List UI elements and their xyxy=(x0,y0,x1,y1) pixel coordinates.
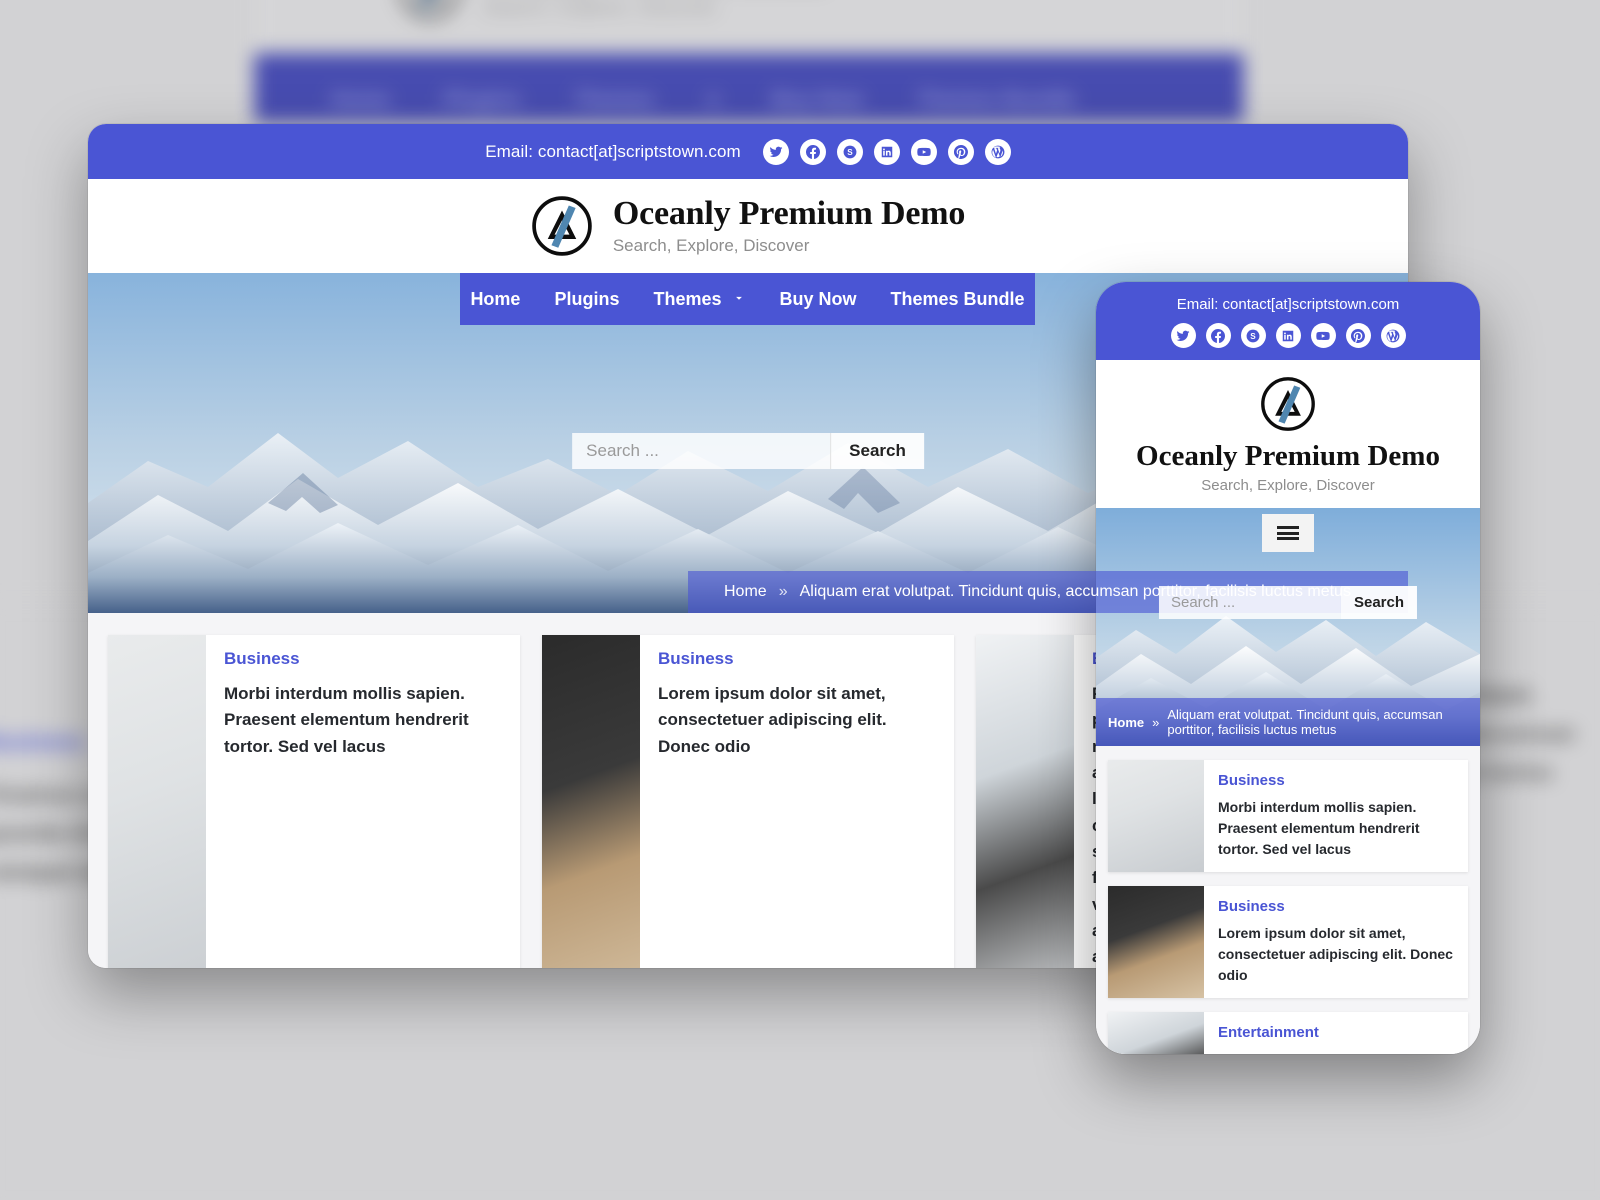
site-header: Oceanly Premium Demo Search, Explore, Di… xyxy=(88,179,1408,273)
post-excerpt: Lorem ipsum dolor sit amet, consectetuer… xyxy=(658,684,887,756)
twitter-icon[interactable] xyxy=(1170,323,1196,348)
mobile-top-contact-bar: Email: contact[at]scriptstown.com S xyxy=(1096,282,1480,360)
bg-nav-caret: ▾ xyxy=(707,88,719,113)
nav-label: Plugins xyxy=(554,288,620,309)
search-button[interactable]: Search xyxy=(1340,586,1418,619)
nav-label: Home xyxy=(470,288,521,309)
chevron-down-icon[interactable] xyxy=(732,289,746,310)
post-excerpt: Morbi interdum mollis sapien. Praesent e… xyxy=(1218,799,1420,857)
svg-text:S: S xyxy=(847,147,853,156)
bg-nav-item: Buy Now xyxy=(771,87,864,112)
site-tagline: Search, Explore, Discover xyxy=(612,235,810,255)
svg-text:S: S xyxy=(1250,331,1256,340)
nav-item-home[interactable]: Home xyxy=(470,289,520,310)
nav-item-themes[interactable]: Themes xyxy=(653,289,745,310)
social-links: S xyxy=(762,138,1011,165)
hamburger-line xyxy=(1277,526,1299,529)
post-category[interactable]: Business xyxy=(658,649,938,669)
post-excerpt: Morbi interdum mollis sapien. Praesent e… xyxy=(224,684,469,756)
nav-label: Themes xyxy=(653,288,722,309)
oceanly-logo-icon[interactable] xyxy=(1260,376,1316,432)
post-card[interactable]: Business Morbi interdum mollis sapien. P… xyxy=(1108,760,1468,872)
nav-item-buy-now[interactable]: Buy Now xyxy=(780,289,857,310)
bg-brand: Oceanly Premium Demo Search, Explore, Di… xyxy=(398,0,826,21)
bg-nav-items: Home Plugins Themes ▾ Buy Now Themes Bun… xyxy=(331,88,1076,114)
mobile-search-form: Search xyxy=(1158,586,1418,619)
breadcrumb-home[interactable]: Home xyxy=(724,583,767,601)
hamburger-line xyxy=(1277,537,1299,540)
post-card[interactable]: Entertainment xyxy=(1108,1012,1468,1054)
mobile-hero-banner: Search Home » Aliquam erat volutpat. Tin… xyxy=(1096,508,1480,746)
post-category[interactable]: Business xyxy=(224,649,504,669)
facebook-icon[interactable] xyxy=(1205,323,1231,348)
brand-block: Oceanly Premium Demo Search, Explore, Di… xyxy=(613,196,965,256)
nav-item-themes-bundle[interactable]: Themes Bundle xyxy=(891,289,1025,310)
post-category[interactable]: Business xyxy=(1218,898,1454,915)
breadcrumb-separator: » xyxy=(778,583,788,600)
bg-nav-item: Home xyxy=(330,87,391,112)
nav-label: Themes Bundle xyxy=(890,288,1025,309)
skype-icon[interactable]: S xyxy=(1240,323,1266,348)
wordpress-icon[interactable] xyxy=(984,138,1011,165)
search-button[interactable]: Search xyxy=(830,433,924,469)
mobile-site-tagline: Search, Explore, Discover xyxy=(1201,477,1375,494)
breadcrumb-separator: » xyxy=(1152,714,1160,730)
mobile-site-title[interactable]: Oceanly Premium Demo xyxy=(1096,440,1480,473)
post-thumbnail[interactable] xyxy=(1108,886,1204,998)
top-contact-bar: Email: contact[at]scriptstown.com S xyxy=(88,124,1408,179)
mobile-preview-device: Email: contact[at]scriptstown.com S Ocea… xyxy=(1096,282,1480,1054)
bg-nav-item: Themes Bundle xyxy=(916,87,1076,112)
nav-label: Buy Now xyxy=(779,288,857,309)
breadcrumb-current: Aliquam erat volutpat. Tincidunt quis, a… xyxy=(1167,707,1443,737)
mobile-breadcrumb: Home » Aliquam erat volutpat. Tincidunt … xyxy=(1096,698,1480,746)
post-body: Entertainment xyxy=(1204,1012,1333,1054)
mobile-contact-email[interactable]: Email: contact[at]scriptstown.com xyxy=(1096,296,1480,313)
post-card[interactable]: Business Lorem ipsum dolor sit amet, con… xyxy=(542,635,954,968)
post-excerpt: Lorem ipsum dolor sit amet, consectetuer… xyxy=(1218,925,1453,983)
post-body: Business Morbi interdum mollis sapien. P… xyxy=(1204,760,1468,872)
nav-item-plugins[interactable]: Plugins xyxy=(554,289,619,310)
mobile-post-list: Business Morbi interdum mollis sapien. P… xyxy=(1096,746,1480,1054)
linkedin-icon[interactable] xyxy=(1275,323,1301,348)
oceanly-logo-icon[interactable] xyxy=(531,195,593,257)
post-body: Business Lorem ipsum dolor sit amet, con… xyxy=(1204,886,1468,998)
youtube-icon[interactable] xyxy=(910,138,937,165)
mobile-site-header: Oceanly Premium Demo Search, Explore, Di… xyxy=(1096,360,1480,508)
post-body: Business Lorem ipsum dolor sit amet, con… xyxy=(640,635,954,968)
bg-nav-item: Plugins xyxy=(443,87,521,112)
pinterest-icon[interactable] xyxy=(947,138,974,165)
wordpress-icon[interactable] xyxy=(1380,323,1406,348)
pinterest-icon[interactable] xyxy=(1345,323,1371,348)
hamburger-menu-icon[interactable] xyxy=(1262,514,1314,552)
skype-icon[interactable]: S xyxy=(836,138,863,165)
main-navigation: Home Plugins Themes Buy Now Themes Bundl… xyxy=(460,273,1035,325)
breadcrumb-home[interactable]: Home xyxy=(1108,715,1144,730)
post-category[interactable]: Entertainment xyxy=(1218,1024,1319,1041)
contact-email[interactable]: Email: contact[at]scriptstown.com xyxy=(485,142,741,162)
linkedin-icon[interactable] xyxy=(873,138,900,165)
post-card[interactable]: Business Morbi interdum mollis sapien. P… xyxy=(108,635,520,968)
hamburger-line xyxy=(1277,531,1299,535)
bg-brand-tagline: Search, Explore, Discover xyxy=(481,0,718,20)
post-thumbnail[interactable] xyxy=(542,635,640,968)
search-input[interactable] xyxy=(572,433,831,469)
post-thumbnail[interactable] xyxy=(1108,1012,1204,1054)
bg-nav-item: Themes xyxy=(573,87,655,112)
oceanly-logo-icon xyxy=(401,0,459,20)
site-title[interactable]: Oceanly Premium Demo xyxy=(613,196,965,232)
twitter-icon[interactable] xyxy=(762,138,789,165)
search-input[interactable] xyxy=(1158,586,1341,619)
post-card[interactable]: Business Lorem ipsum dolor sit amet, con… xyxy=(1108,886,1468,998)
post-thumbnail[interactable] xyxy=(976,635,1074,968)
post-body: Business Morbi interdum mollis sapien. P… xyxy=(206,635,520,968)
post-category[interactable]: Business xyxy=(1218,772,1454,789)
facebook-icon[interactable] xyxy=(799,138,826,165)
youtube-icon[interactable] xyxy=(1310,323,1336,348)
post-thumbnail[interactable] xyxy=(108,635,206,968)
hero-search-form: Search xyxy=(572,433,924,469)
mobile-social-links: S xyxy=(1096,323,1480,348)
post-thumbnail[interactable] xyxy=(1108,760,1204,872)
